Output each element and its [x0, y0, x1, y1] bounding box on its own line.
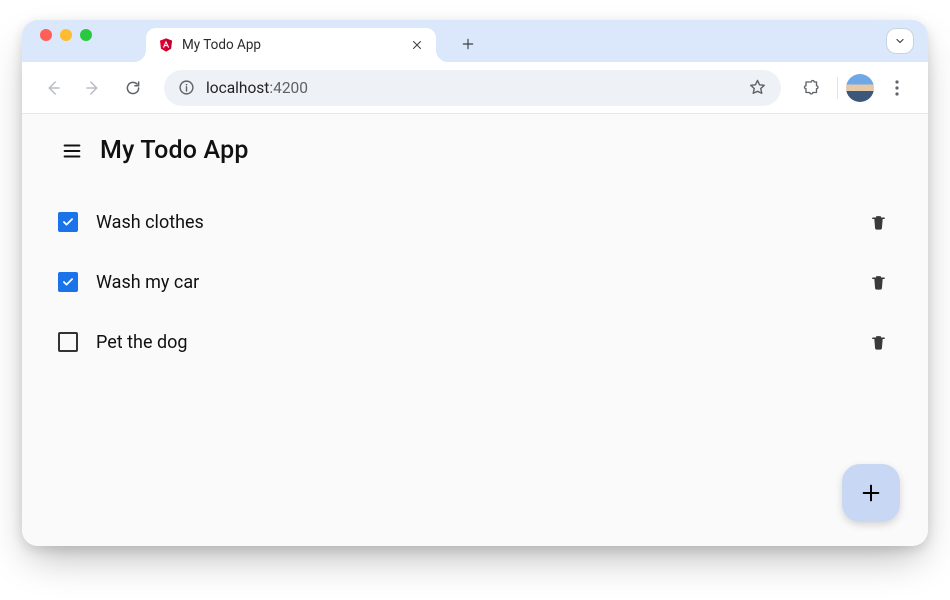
tab-title: My Todo App	[182, 37, 400, 53]
tab-close-button[interactable]	[408, 36, 426, 54]
window-controls	[22, 20, 106, 62]
hamburger-icon	[61, 140, 83, 162]
plus-icon	[860, 482, 882, 504]
trash-icon	[870, 333, 887, 352]
check-icon	[61, 275, 75, 289]
page-title: My Todo App	[100, 136, 249, 165]
todo-item: Pet the dog	[54, 317, 898, 367]
browser-tab[interactable]: My Todo App	[146, 28, 436, 62]
todo-delete-button[interactable]	[862, 326, 894, 358]
profile-avatar[interactable]	[846, 74, 874, 102]
new-tab-button[interactable]	[454, 30, 482, 58]
url-host: localhost	[206, 79, 269, 97]
todo-label: Wash my car	[96, 272, 862, 293]
window-fullscreen-button[interactable]	[80, 29, 92, 41]
bookmark-button[interactable]	[743, 74, 771, 102]
trash-icon	[870, 213, 887, 232]
todo-label: Pet the dog	[96, 332, 862, 353]
window-close-button[interactable]	[40, 29, 52, 41]
browser-menu-button[interactable]	[880, 71, 914, 105]
app-header: My Todo App	[22, 114, 928, 173]
site-info-button[interactable]	[176, 78, 196, 98]
trash-icon	[870, 273, 887, 292]
app-viewport: My Todo App Wash clothes Wash m	[22, 114, 928, 546]
arrow-left-icon	[44, 79, 62, 97]
puzzle-icon	[803, 79, 821, 97]
plus-icon	[461, 37, 475, 51]
info-icon	[178, 79, 195, 96]
chevron-down-icon	[894, 35, 906, 47]
window-minimize-button[interactable]	[60, 29, 72, 41]
tabs-dropdown-button[interactable]	[886, 28, 914, 54]
close-icon	[411, 39, 423, 51]
browser-toolbar: localhost:4200	[22, 62, 928, 114]
todo-checkbox[interactable]	[58, 272, 78, 292]
nav-drawer-button[interactable]	[58, 137, 86, 165]
todo-checkbox[interactable]	[58, 332, 78, 352]
nav-back-button[interactable]	[36, 71, 70, 105]
reload-icon	[124, 79, 142, 97]
tab-strip: My Todo App	[22, 20, 928, 62]
todo-list: Wash clothes Wash my car	[22, 173, 928, 367]
todo-delete-button[interactable]	[862, 206, 894, 238]
check-icon	[61, 215, 75, 229]
address-url: localhost:4200	[206, 79, 733, 97]
todo-item: Wash my car	[54, 257, 898, 307]
todo-checkbox[interactable]	[58, 212, 78, 232]
star-icon	[748, 78, 767, 97]
address-bar[interactable]: localhost:4200	[164, 70, 781, 106]
angular-icon	[158, 37, 174, 53]
browser-window: My Todo App	[22, 20, 928, 546]
kebab-icon	[895, 80, 899, 96]
todo-label: Wash clothes	[96, 212, 862, 233]
extensions-button[interactable]	[795, 71, 829, 105]
nav-forward-button[interactable]	[76, 71, 110, 105]
todo-delete-button[interactable]	[862, 266, 894, 298]
toolbar-divider	[837, 77, 838, 99]
add-todo-fab[interactable]	[842, 464, 900, 522]
toolbar-right	[795, 71, 914, 105]
arrow-right-icon	[84, 79, 102, 97]
todo-item: Wash clothes	[54, 197, 898, 247]
url-port: :4200	[269, 79, 308, 97]
nav-reload-button[interactable]	[116, 71, 150, 105]
